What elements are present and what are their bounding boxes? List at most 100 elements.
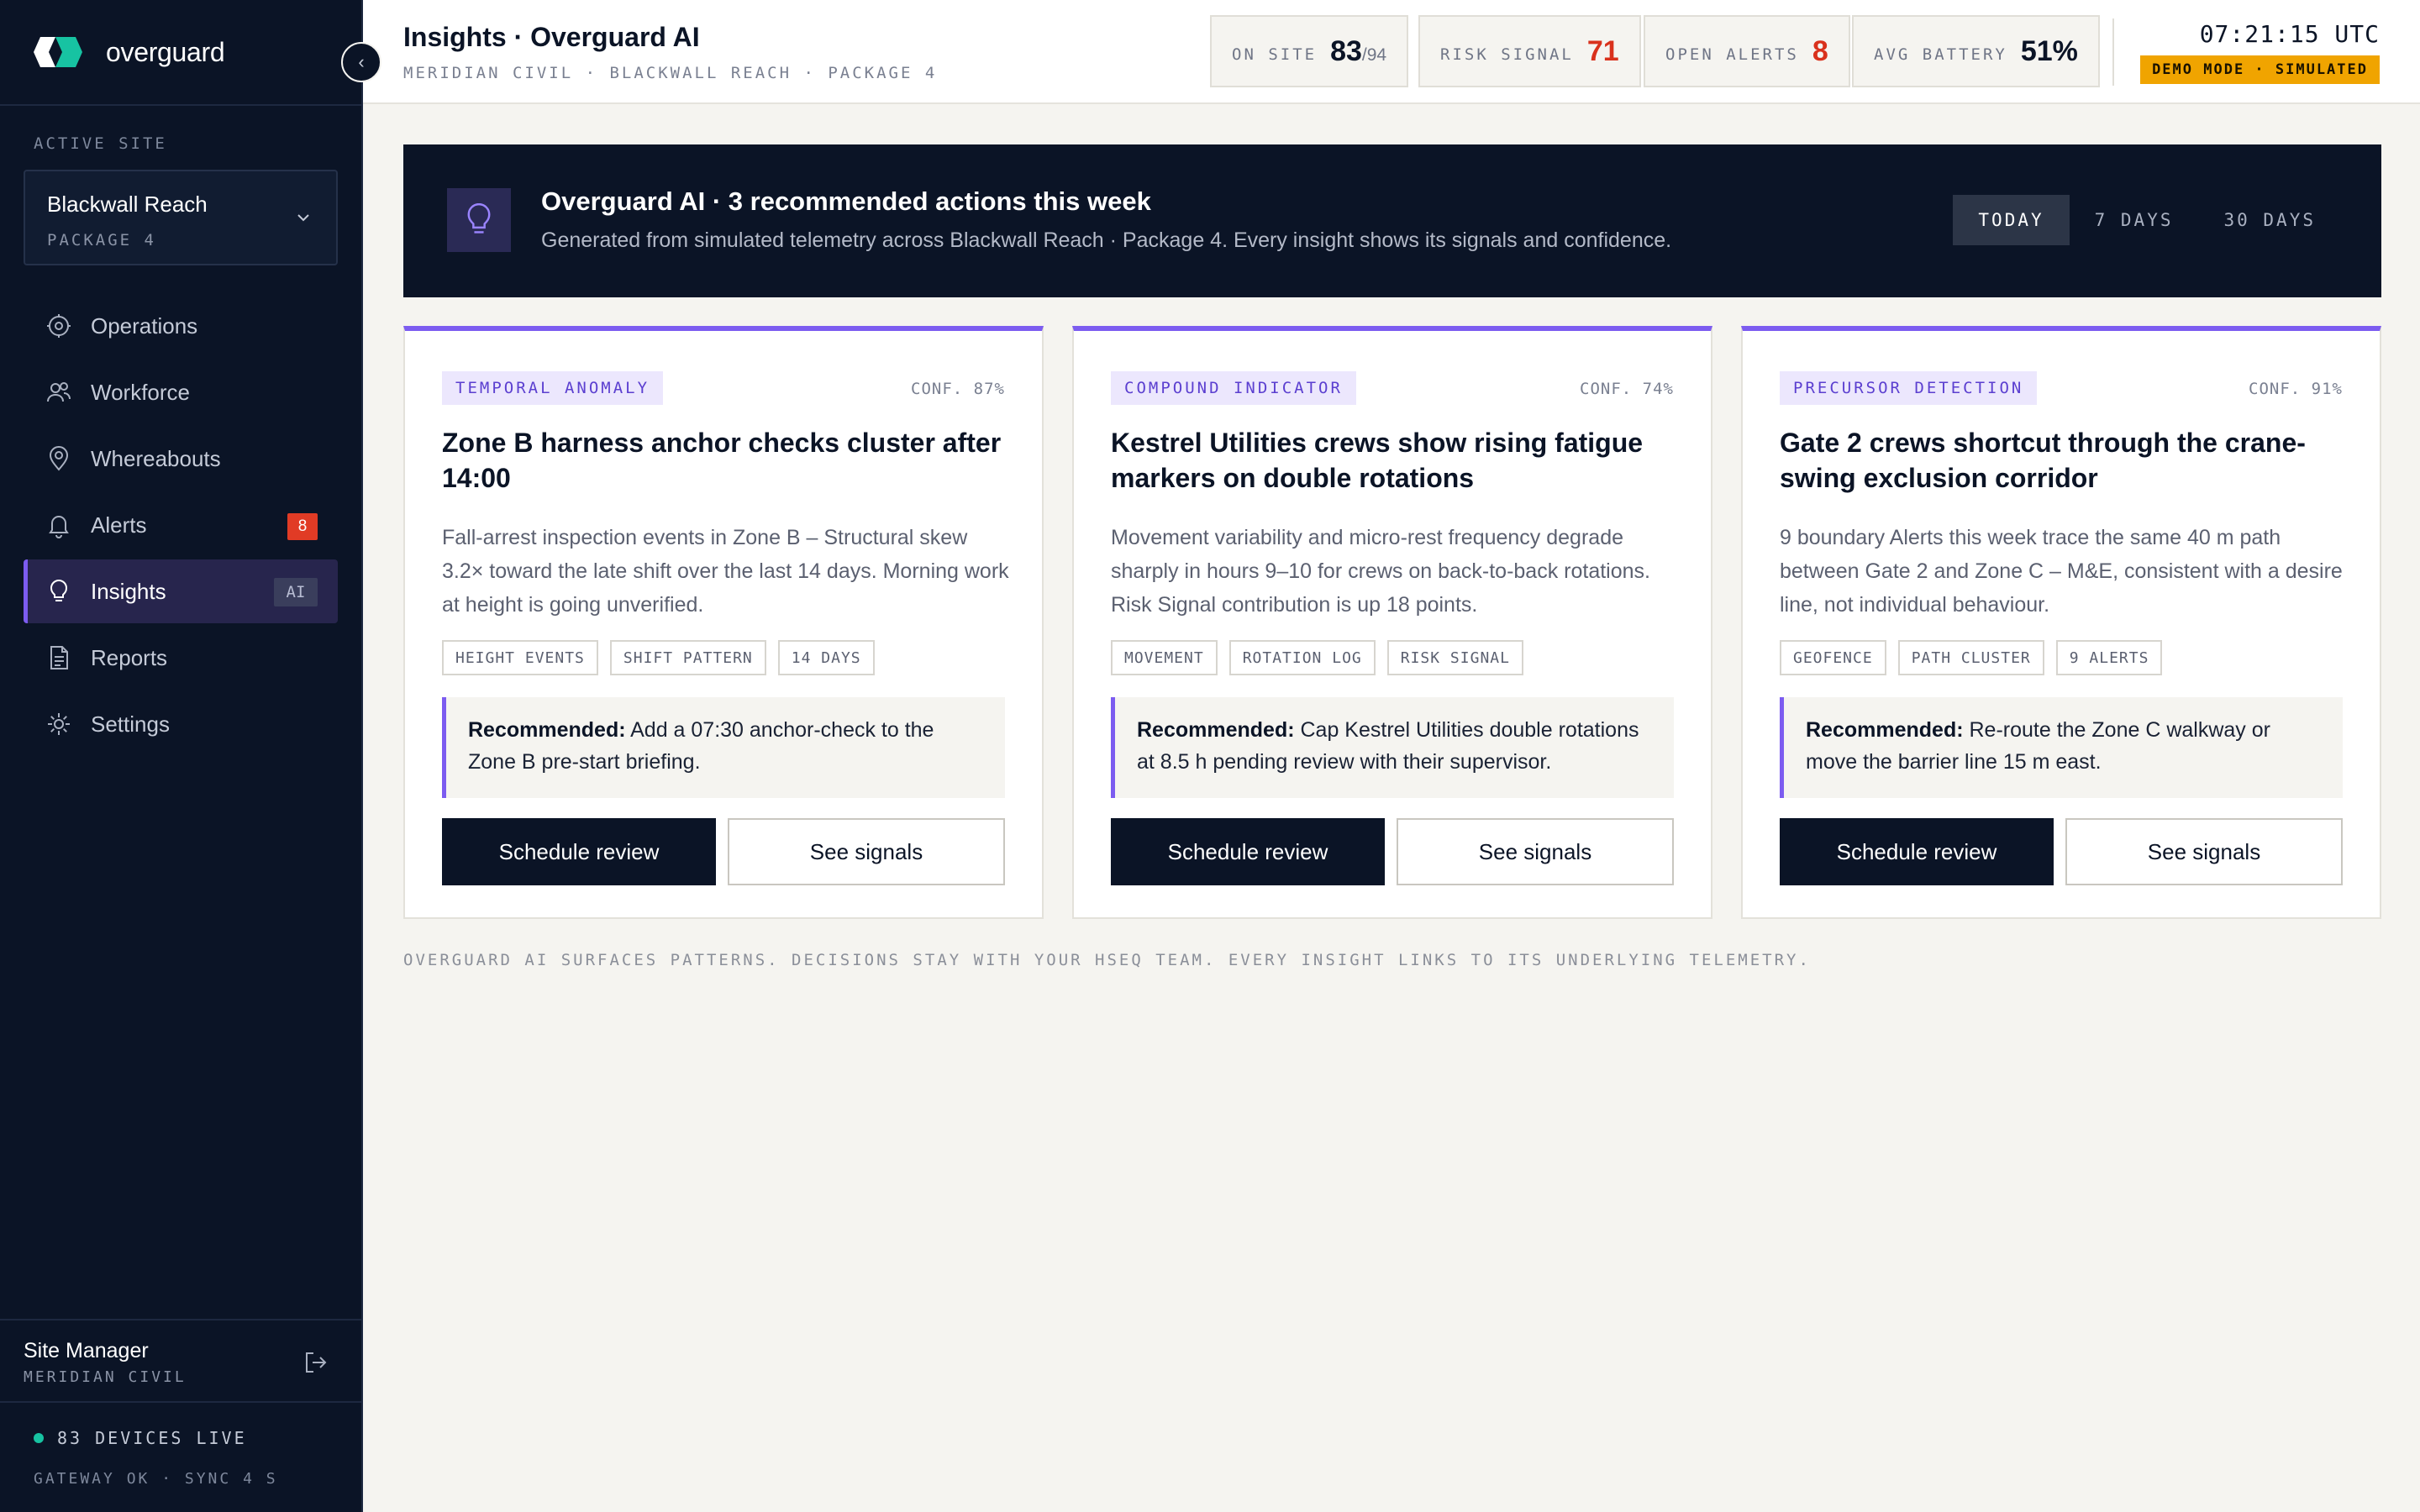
stat-label: ON SITE xyxy=(1232,45,1318,64)
insight-type-tag: COMPOUND INDICATOR xyxy=(1111,371,1356,405)
sidebar-item-insights[interactable]: Insights AI xyxy=(24,559,338,623)
stat-label: RISK SIGNAL xyxy=(1440,45,1574,64)
signal-chip: 14 DAYS xyxy=(777,640,875,675)
top-bar: Insights · Overguard AI MERIDIAN CIVIL ·… xyxy=(363,0,2420,104)
see-signals-button[interactable]: See signals xyxy=(1397,818,1674,885)
signal-chips: HEIGHT EVENTS SHIFT PATTERN 14 DAYS xyxy=(442,640,886,675)
user-org: MERIDIAN CIVIL xyxy=(24,1368,187,1386)
stat-label: OPEN ALERTS xyxy=(1665,45,1799,64)
ai-banner: Overguard AI · 3 recommended actions thi… xyxy=(403,144,2381,297)
insight-body: Movement variability and micro-rest freq… xyxy=(1111,526,1650,617)
sidebar-nav: Operations Workforce Whereabouts Alerts … xyxy=(24,294,338,759)
recommendation-label: Recommended: xyxy=(468,718,626,742)
sidebar-item-whereabouts[interactable]: Whereabouts xyxy=(24,427,338,491)
signal-chip: ROTATION LOG xyxy=(1228,640,1376,675)
demo-mode-badge: DEMO MODE · SIMULATED xyxy=(2140,55,2380,84)
recommendation: Recommended: Add a 07:30 anchor-check to… xyxy=(442,697,1005,798)
logout-icon[interactable] xyxy=(302,1349,329,1376)
sidebar-item-settings[interactable]: Settings xyxy=(24,692,338,756)
ai-tag: AI xyxy=(274,578,318,606)
stat-risk-signal: RISK SIGNAL 71 xyxy=(1418,15,1641,87)
schedule-review-button[interactable]: Schedule review xyxy=(1111,818,1385,885)
stat-open-alerts: OPEN ALERTS 8 xyxy=(1644,15,1850,87)
sidebar-item-label: Alerts xyxy=(91,512,147,538)
schedule-review-button[interactable]: Schedule review xyxy=(442,818,716,885)
brand-name: overguard xyxy=(106,36,225,67)
alerts-count-badge: 8 xyxy=(287,513,318,540)
live-status-dot xyxy=(34,1433,44,1443)
signal-chip: PATH CLUSTER xyxy=(1897,640,2044,675)
tab-7-days[interactable]: 7 DAYS xyxy=(2070,195,2199,245)
sidebar-item-workforce[interactable]: Workforce xyxy=(24,360,338,424)
sidebar-item-alerts[interactable]: Alerts 8 xyxy=(24,493,338,557)
sidebar-item-label: Reports xyxy=(91,644,168,670)
overguard-logo-icon xyxy=(34,37,82,67)
devices-live: 83 DEVICES LIVE xyxy=(34,1428,278,1448)
sidebar-item-label: Whereabouts xyxy=(91,445,221,471)
site-picker[interactable]: Blackwall Reach PACKAGE 4 xyxy=(24,170,338,265)
insight-body: Fall-arrest inspection events in Zone B … xyxy=(442,526,1009,617)
devices-live-text: 83 DEVICES LIVE xyxy=(57,1428,247,1448)
collapse-sidebar-button[interactable]: ‹ xyxy=(341,42,381,82)
stat-total: /94 xyxy=(1361,45,1387,65)
sidebar-item-label: Operations xyxy=(91,312,198,339)
insight-card: PRECURSOR DETECTION CONF. 91% Gate 2 cre… xyxy=(1741,326,2381,919)
banner-title: Overguard AI · 3 recommended actions thi… xyxy=(541,186,1151,216)
site-name: Blackwall Reach xyxy=(47,192,208,217)
tab-today[interactable]: TODAY xyxy=(1953,195,2070,245)
breadcrumb: MERIDIAN CIVIL · BLACKWALL REACH · PACKA… xyxy=(403,64,938,82)
gear-icon xyxy=(48,713,70,735)
chevron-left-icon: ‹ xyxy=(358,51,365,72)
recommendation-label: Recommended: xyxy=(1806,718,1964,742)
see-signals-button[interactable]: See signals xyxy=(728,818,1005,885)
sidebar-item-operations[interactable]: Operations xyxy=(24,294,338,358)
chevron-down-icon xyxy=(297,214,309,222)
insight-type-tag: PRECURSOR DETECTION xyxy=(1780,371,2038,405)
insight-body: 9 boundary Alerts this week trace the sa… xyxy=(1780,526,2343,617)
insight-title: Gate 2 crews shortcut through the crane-… xyxy=(1780,428,2306,493)
range-tabs: TODAY 7 DAYS 30 DAYS xyxy=(1953,195,2341,245)
tab-30-days[interactable]: 30 DAYS xyxy=(2198,195,2341,245)
signal-chip: MOVEMENT xyxy=(1111,640,1218,675)
stat-value: 83 xyxy=(1330,34,1362,67)
insight-title: Zone B harness anchor checks cluster aft… xyxy=(442,428,1002,493)
signal-chips: MOVEMENT ROTATION LOG RISK SIGNAL xyxy=(1111,640,1535,675)
signal-chip: HEIGHT EVENTS xyxy=(442,640,598,675)
lightbulb-icon xyxy=(50,580,68,601)
insight-type-tag: TEMPORAL ANOMALY xyxy=(442,371,664,405)
see-signals-button[interactable]: See signals xyxy=(2065,818,2343,885)
page-title: Insights · Overguard AI xyxy=(403,22,700,52)
connection-status: 83 DEVICES LIVE GATEWAY OK · SYNC 4 S xyxy=(34,1428,278,1488)
lightbulb-icon xyxy=(447,188,511,252)
sidebar: overguard ACTIVE SITE Blackwall Reach PA… xyxy=(0,0,363,1512)
insight-card: COMPOUND INDICATOR CONF. 74% Kestrel Uti… xyxy=(1072,326,1712,919)
recommendation: Recommended: Cap Kestrel Utilities doubl… xyxy=(1111,697,1674,798)
insight-title: Kestrel Utilities crews show rising fati… xyxy=(1111,428,1644,493)
sidebar-item-label: Workforce xyxy=(91,379,190,405)
sidebar-item-label: Settings xyxy=(91,711,170,737)
sidebar-item-reports[interactable]: Reports xyxy=(24,626,338,690)
banner-subtitle: Generated from simulated telemetry acros… xyxy=(541,228,1672,252)
confidence-label: CONF. 74% xyxy=(1580,380,1674,398)
stat-on-site: ON SITE 83 /94 xyxy=(1210,15,1409,87)
location-pin-icon xyxy=(49,446,69,471)
active-site-label: ACTIVE SITE xyxy=(34,134,167,153)
stat-label: AVG BATTERY xyxy=(1874,45,2007,64)
signal-chip: 9 ALERTS xyxy=(2055,640,2163,675)
divider xyxy=(2112,18,2114,86)
stat-value: 8 xyxy=(1812,34,1828,67)
user-name: Site Manager xyxy=(24,1339,149,1362)
gateway-status: GATEWAY OK · SYNC 4 S xyxy=(34,1470,278,1488)
recommendation: Recommended: Re-route the Zone C walkway… xyxy=(1780,697,2343,798)
insight-card: TEMPORAL ANOMALY CONF. 87% Zone B harnes… xyxy=(403,326,1044,919)
bell-icon xyxy=(49,516,69,538)
schedule-review-button[interactable]: Schedule review xyxy=(1780,818,2054,885)
recommendation-label: Recommended: xyxy=(1137,718,1295,742)
site-package: PACKAGE 4 xyxy=(47,231,156,249)
user-profile: Site Manager MERIDIAN CIVIL xyxy=(0,1319,363,1403)
sidebar-item-label: Insights xyxy=(91,578,166,604)
signal-chips: GEOFENCE PATH CLUSTER 9 ALERTS xyxy=(1780,640,2174,675)
stat-value: 71 xyxy=(1586,34,1619,67)
confidence-label: CONF. 91% xyxy=(2249,380,2343,398)
ai-disclaimer: OVERGUARD AI SURFACES PATTERNS. DECISION… xyxy=(403,951,1811,969)
